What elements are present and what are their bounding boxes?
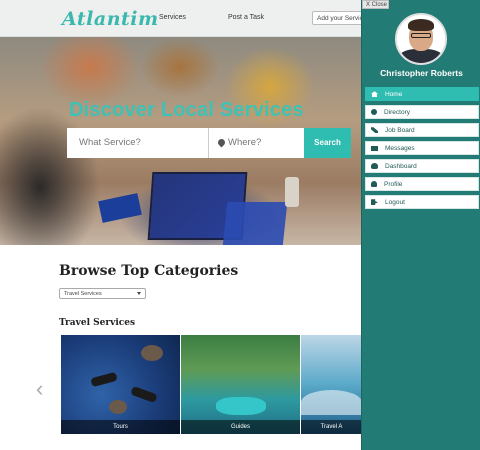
mail-icon (371, 145, 378, 151)
logout-icon (371, 199, 378, 206)
tile-caption: Travel A (301, 420, 362, 434)
tools-icon (371, 127, 378, 134)
tile-caption: Guides (181, 420, 300, 434)
menu-item-label: Home (385, 91, 403, 98)
home-icon (371, 91, 378, 98)
where-placeholder: Where? (228, 137, 262, 148)
menu-item-label: Messages (385, 145, 415, 152)
carousel-prev-button[interactable]: ‹ (36, 376, 43, 402)
search-icon (371, 109, 377, 116)
category-tile-tours[interactable]: Tours (61, 335, 180, 434)
menu-item-directory[interactable]: Directory (365, 105, 479, 119)
menu-item-label: Dashboard (385, 163, 417, 170)
what-service-input[interactable]: What Service? (67, 128, 209, 158)
user-icon (371, 181, 377, 188)
chevron-down-icon (137, 292, 141, 295)
menu-item-job-board[interactable]: Job Board (365, 123, 479, 137)
avatar-hair (408, 19, 434, 31)
menu-item-logout[interactable]: Logout (365, 195, 479, 209)
diver-shape (130, 385, 158, 404)
user-name: Christopher Roberts (380, 68, 463, 78)
close-button[interactable]: X Close (362, 0, 389, 9)
tile-caption: Tours (61, 420, 180, 434)
avatar-shirt (399, 49, 443, 63)
hero-laptop-image-2 (222, 202, 288, 245)
category-tile-guides[interactable]: Guides (181, 335, 300, 434)
coral-shape (109, 400, 127, 414)
wave-shape (301, 390, 362, 415)
browse-categories-title: Browse Top Categories (59, 263, 239, 279)
side-panel: X Close Christopher Roberts Home Directo… (361, 0, 480, 450)
dashboard-icon (371, 163, 378, 170)
avatar-glasses (411, 33, 431, 38)
search-bar: What Service? Where? Search (67, 128, 351, 158)
page: Atlantim Services Post a Task Add your S… (0, 0, 480, 450)
hero-cup-image (285, 177, 299, 207)
location-pin-icon (216, 137, 227, 148)
nav-post-task-link[interactable]: Post a Task (228, 14, 264, 21)
where-input[interactable]: Where? (210, 128, 305, 158)
search-button[interactable]: Search (304, 128, 351, 158)
diver-shape (90, 371, 118, 388)
menu-item-label: Logout (385, 199, 405, 206)
coral-shape (141, 345, 163, 361)
avatar[interactable] (395, 13, 447, 65)
nav-services-link[interactable]: Services (159, 14, 186, 21)
menu-item-label: Directory (384, 109, 411, 116)
menu-item-profile[interactable]: Profile (365, 177, 479, 191)
menu-item-label: Job Board (385, 127, 415, 134)
site-logo[interactable]: Atlantim (62, 8, 159, 30)
hero-tablet-image (98, 193, 142, 223)
menu-item-messages[interactable]: Messages (365, 141, 479, 155)
category-select[interactable]: Travel Services (59, 288, 146, 299)
site-header: Atlantim Services Post a Task Add your S… (0, 0, 364, 37)
category-select-value: Travel Services (64, 291, 102, 297)
category-tile-travel[interactable]: Travel A (301, 335, 362, 434)
menu-item-dashboard[interactable]: Dashboard (365, 159, 479, 173)
hero-title: Discover Local Services (69, 99, 304, 121)
menu-item-label: Profile (384, 181, 403, 188)
travel-services-heading: Travel Services (59, 318, 136, 328)
menu-item-home[interactable]: Home (365, 87, 479, 101)
add-service-button[interactable]: Add your Service (312, 11, 364, 25)
pool-shape (216, 397, 266, 415)
